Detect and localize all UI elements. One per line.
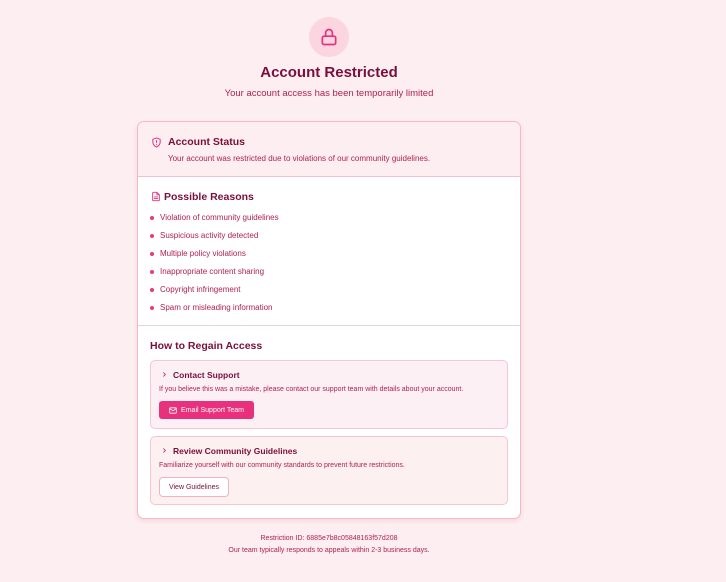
page-title: Account Restricted [260,64,398,81]
bullet-dot [150,270,154,274]
bullet-dot [150,288,154,292]
restriction-id: Restriction ID: 6885e7b8c05848163f57d208 [260,535,398,542]
account-status-title: Account Status [168,136,246,148]
regain-access-title: How to Regain Access [150,340,263,352]
appeal-note: Our team typically responds to appeals w… [228,547,430,554]
list-item: Violation of community guidelines [150,212,279,230]
email-support-button[interactable]: Email Support Team [159,401,254,419]
review-guidelines-text: Familiarize yourself with our community … [159,462,405,469]
chevron-right-icon [163,448,166,453]
reason-text: Inappropriate content sharing [160,267,265,276]
contact-support-title: Contact Support [173,370,240,380]
account-status-text: Your account was restricted due to viola… [168,154,431,163]
list-item: Copyright infringement [150,284,279,302]
possible-reasons-section: Possible Reasons Violation of community … [138,177,520,326]
reason-text: Violation of community guidelines [160,213,279,222]
account-status-section: Account Status Your account was restrict… [138,122,520,177]
reason-text: Suspicious activity detected [160,231,259,240]
restriction-card: Account Status Your account was restrict… [137,121,521,519]
list-item: Multiple policy violations [150,248,279,266]
mail-icon [169,406,177,414]
view-guidelines-button[interactable]: View Guidelines [159,477,229,497]
list-item: Inappropriate content sharing [150,266,279,284]
lock-icon [321,28,337,46]
reason-text: Copyright infringement [160,285,241,294]
list-item: Suspicious activity detected [150,230,279,248]
page-subtitle: Your account access has been temporarily… [224,88,434,99]
review-guidelines-title: Review Community Guidelines [173,446,298,456]
reason-text: Spam or misleading information [160,303,273,312]
shield-icon [152,137,161,148]
bullet-dot [150,234,154,238]
reason-list: Violation of community guidelines Suspic… [150,212,279,320]
review-guidelines-card: Review Community Guidelines Familiarize … [150,436,508,505]
list-item: Spam or misleading information [150,302,279,320]
bullet-dot [150,216,154,220]
chevron-right-icon [163,372,166,377]
possible-reasons-title: Possible Reasons [164,191,254,203]
email-support-label: Email Support Team [181,406,244,414]
document-icon [152,191,160,202]
bullet-dot [150,306,154,310]
bullet-dot [150,252,154,256]
contact-support-text: If you believe this was a mistake, pleas… [159,386,464,393]
contact-support-card: Contact Support If you believe this was … [150,360,508,429]
reason-text: Multiple policy violations [160,249,246,258]
lock-badge [309,17,349,57]
